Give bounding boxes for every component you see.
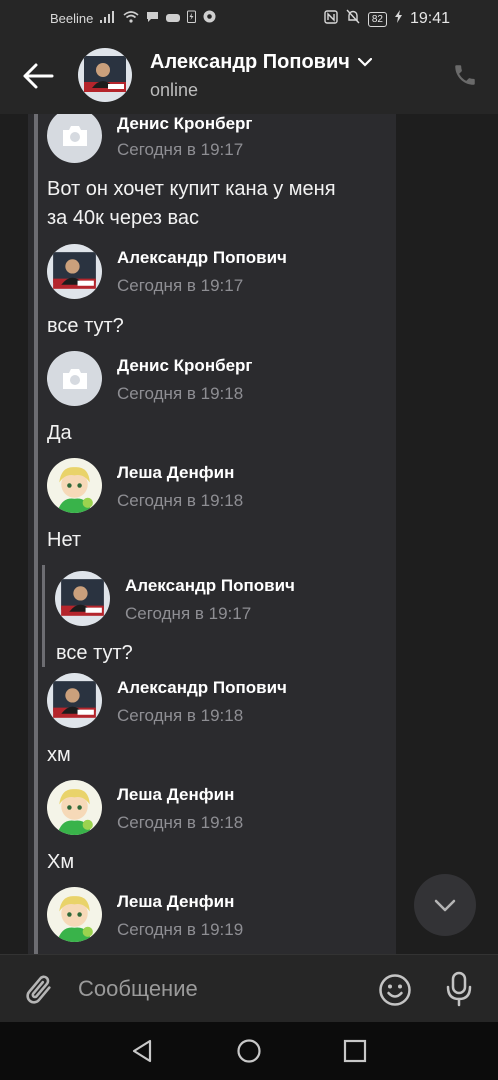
- message-avatar[interactable]: [47, 780, 102, 835]
- message-avatar[interactable]: [47, 673, 102, 728]
- chevron-down-icon: [434, 899, 456, 911]
- scroll-to-bottom-button[interactable]: [414, 874, 476, 936]
- message-list[interactable]: Денис Кронберг Сегодня в 19:17 Вот он хо…: [0, 114, 498, 954]
- nav-back-icon[interactable]: [130, 1038, 156, 1064]
- bolt-icon: [394, 10, 402, 28]
- chat-header: Александр Попович online: [0, 38, 498, 114]
- forward-indicator-bar: [34, 114, 38, 954]
- message-author: Денис Кронберг: [117, 114, 253, 133]
- wifi-icon: [123, 10, 139, 26]
- message-avatar[interactable]: [55, 571, 110, 626]
- message-text: Вот он хочет купит кана у меня за 40к че…: [47, 178, 336, 229]
- contact-name: Александр Попович: [150, 51, 350, 73]
- message-time: Сегодня в 19:18: [117, 384, 244, 403]
- clock-time: 19:41: [409, 10, 450, 27]
- camera-icon: [62, 368, 87, 389]
- charging-icon: [187, 10, 197, 26]
- message-author: Александр Попович: [117, 678, 287, 697]
- paperclip-icon[interactable]: [22, 973, 56, 1007]
- message-author: Леша Денфин: [117, 463, 235, 482]
- chat-icon: [146, 11, 159, 26]
- message-avatar[interactable]: [47, 458, 102, 513]
- status-left: Beeline: [50, 10, 216, 26]
- message-text: хм: [47, 744, 71, 766]
- message-composer: [0, 954, 498, 1022]
- message-text: Да: [47, 422, 72, 444]
- message-avatar[interactable]: [47, 887, 102, 942]
- system-navigation-bar: [0, 1022, 498, 1080]
- carrier-name: Beeline: [50, 10, 94, 26]
- nav-recents-icon[interactable]: [342, 1038, 368, 1064]
- message-avatar[interactable]: [47, 351, 102, 406]
- message-avatar[interactable]: [47, 244, 102, 299]
- nfc-icon: [324, 9, 338, 29]
- message-text: Нет: [47, 529, 82, 551]
- message-author: Леша Денфин: [117, 892, 235, 911]
- message-time: Сегодня в 19:18: [117, 706, 244, 725]
- message-author: Александр Попович: [125, 576, 295, 595]
- message-author: Денис Кронберг: [117, 356, 253, 375]
- message-author: Александр Попович: [117, 248, 287, 267]
- nav-home-icon[interactable]: [236, 1038, 262, 1064]
- microphone-icon[interactable]: [444, 971, 474, 1007]
- message-input[interactable]: [78, 969, 358, 1009]
- phone-icon[interactable]: [452, 62, 478, 88]
- quote-indicator-bar: [42, 565, 45, 667]
- message-time: Сегодня в 19:17: [117, 276, 244, 295]
- signal-icon: [100, 10, 116, 26]
- back-arrow-icon[interactable]: [22, 62, 54, 90]
- message-time: Сегодня в 19:17: [117, 140, 244, 159]
- mute-bell-icon: [346, 9, 360, 29]
- camera-icon: [62, 125, 87, 146]
- status-bar: Beeline 82 19:41: [0, 0, 498, 38]
- contact-status: online: [150, 80, 199, 100]
- message-text: Хм: [47, 851, 75, 873]
- message-text: все тут?: [56, 642, 133, 664]
- message-time: Сегодня в 19:18: [117, 813, 244, 832]
- chevron-down-icon: [357, 54, 372, 72]
- battery-indicator: 82: [367, 11, 387, 27]
- message-time: Сегодня в 19:18: [117, 491, 244, 510]
- emoji-icon[interactable]: [378, 973, 412, 1007]
- gamepad-icon: [166, 11, 181, 26]
- contact-name-row[interactable]: Александр Попович: [150, 51, 372, 74]
- message-time: Сегодня в 19:19: [117, 920, 244, 939]
- message-text: все тут?: [47, 315, 124, 337]
- status-right: 82 19:41: [324, 9, 450, 29]
- contact-avatar[interactable]: [78, 48, 132, 102]
- message-time: Сегодня в 19:17: [125, 604, 252, 623]
- chrome-icon: [203, 10, 216, 26]
- message-author: Леша Денфин: [117, 785, 235, 804]
